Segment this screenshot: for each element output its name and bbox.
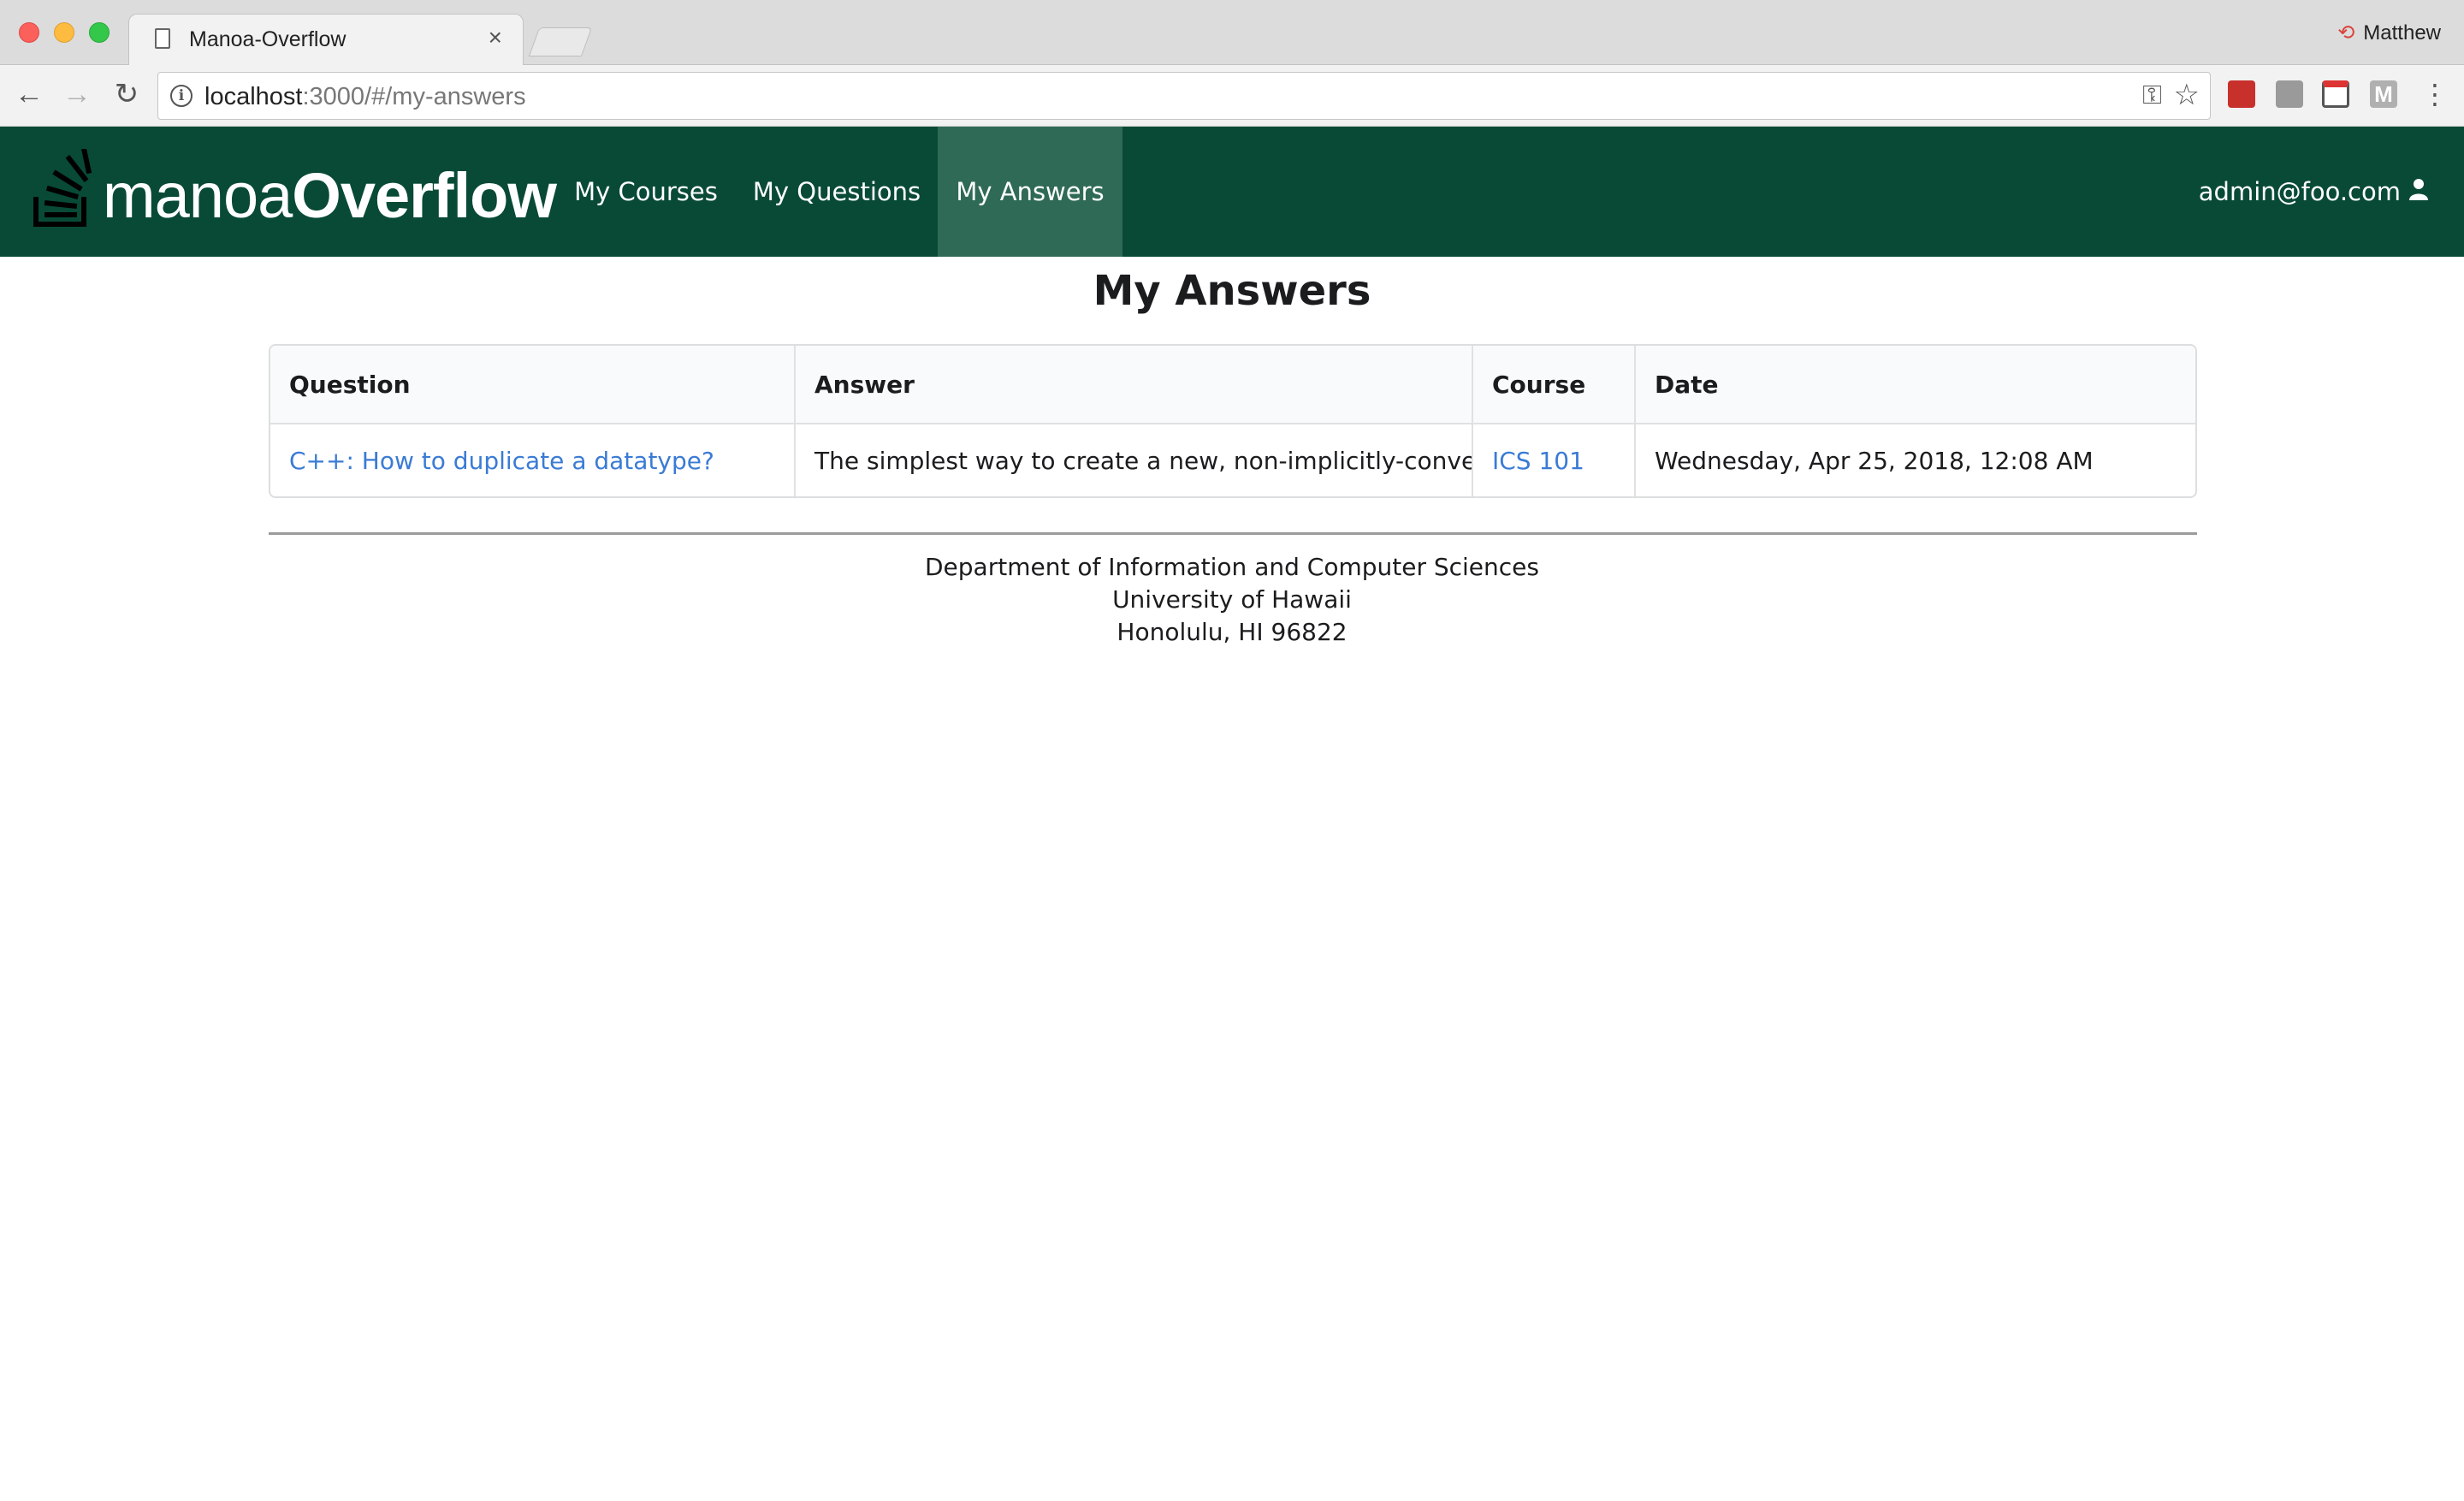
footer-address: Honolulu, HI 96822 bbox=[1116, 618, 1348, 646]
footer-university: University of Hawaii bbox=[1112, 585, 1352, 614]
minimize-window-button[interactable] bbox=[54, 22, 74, 43]
profile-name: Matthew bbox=[2363, 21, 2441, 44]
date-cell: Wednesday, Apr 25, 2018, 12:08 AM bbox=[1655, 446, 2094, 475]
nav-my-answers[interactable]: My Answers bbox=[938, 127, 1122, 257]
stack-logo-icon[interactable] bbox=[33, 149, 92, 228]
brand-logo[interactable]: manoaOverflow bbox=[103, 159, 557, 232]
extension-icon[interactable] bbox=[2228, 80, 2255, 108]
tab-title: Manoa-Overflow bbox=[189, 27, 346, 51]
footer-department: Department of Information and Computer S… bbox=[924, 553, 1539, 581]
star-icon[interactable]: ☆ bbox=[2174, 78, 2200, 112]
close-window-button[interactable] bbox=[19, 22, 39, 43]
arrow-left-icon[interactable]: ← bbox=[12, 77, 46, 111]
address-bar[interactable]: i localhost:3000/#/my-answers ⚿ ☆ bbox=[157, 72, 2211, 120]
table-header-row: Question Answer Course Date bbox=[270, 346, 2195, 424]
footer: Department of Information and Computer S… bbox=[0, 551, 2464, 649]
answer-cell: The simplest way to create a new, non-im… bbox=[796, 424, 1473, 496]
reload-icon[interactable]: ↻ bbox=[110, 77, 144, 111]
question-link[interactable]: C++: How to duplicate a datatype? bbox=[289, 447, 714, 475]
column-header-course: Course bbox=[1473, 346, 1636, 423]
answers-table: Question Answer Course Date C++: How to … bbox=[269, 344, 2197, 498]
column-header-answer: Answer bbox=[796, 346, 1473, 423]
nav-my-questions[interactable]: My Questions bbox=[744, 127, 929, 257]
arrow-right-icon[interactable]: → bbox=[60, 77, 94, 111]
footer-divider bbox=[269, 532, 2197, 535]
browser-tab[interactable]: Manoa-Overflow × bbox=[128, 14, 524, 65]
app-navbar: manoaOverflow My Courses My Questions My… bbox=[0, 127, 2464, 257]
tab-close-icon[interactable]: × bbox=[489, 24, 502, 50]
browser-titlebar: Manoa-Overflow × ⟲ Matthew bbox=[0, 0, 2464, 65]
new-tab-button[interactable] bbox=[528, 27, 593, 56]
page-title: My Answers bbox=[1093, 267, 1371, 315]
extension-icon[interactable]: M bbox=[2370, 80, 2397, 108]
user-menu[interactable]: admin@foo.com bbox=[2199, 127, 2428, 257]
browser-toolbar: ← → ↻ i localhost:3000/#/my-answers ⚿ ☆ … bbox=[0, 65, 2464, 127]
course-link[interactable]: ICS 101 bbox=[1492, 447, 1584, 475]
nav-my-courses[interactable]: My Courses bbox=[558, 127, 734, 257]
key-icon[interactable]: ⚿ bbox=[2142, 81, 2162, 110]
user-email: admin@foo.com bbox=[2198, 177, 2401, 206]
page-icon bbox=[155, 28, 170, 49]
browser-menu-icon[interactable]: ⋮ bbox=[2421, 77, 2449, 111]
profile-button[interactable]: ⟲ Matthew bbox=[2337, 21, 2441, 45]
url-text[interactable]: localhost:3000/#/my-answers bbox=[204, 83, 526, 111]
user-icon bbox=[2409, 178, 2428, 206]
column-header-date: Date bbox=[1655, 370, 1719, 399]
extension-icon[interactable] bbox=[2276, 80, 2303, 108]
info-icon[interactable]: i bbox=[170, 85, 192, 107]
sync-icon: ⟲ bbox=[2337, 21, 2355, 44]
calendar-extension-icon[interactable] bbox=[2322, 80, 2349, 108]
course-cell: ICS 101 bbox=[1473, 424, 1636, 496]
column-header-question: Question bbox=[270, 346, 796, 423]
maximize-window-button[interactable] bbox=[89, 22, 110, 43]
question-cell: C++: How to duplicate a datatype? bbox=[270, 424, 796, 496]
table-row: C++: How to duplicate a datatype? The si… bbox=[270, 424, 2195, 496]
